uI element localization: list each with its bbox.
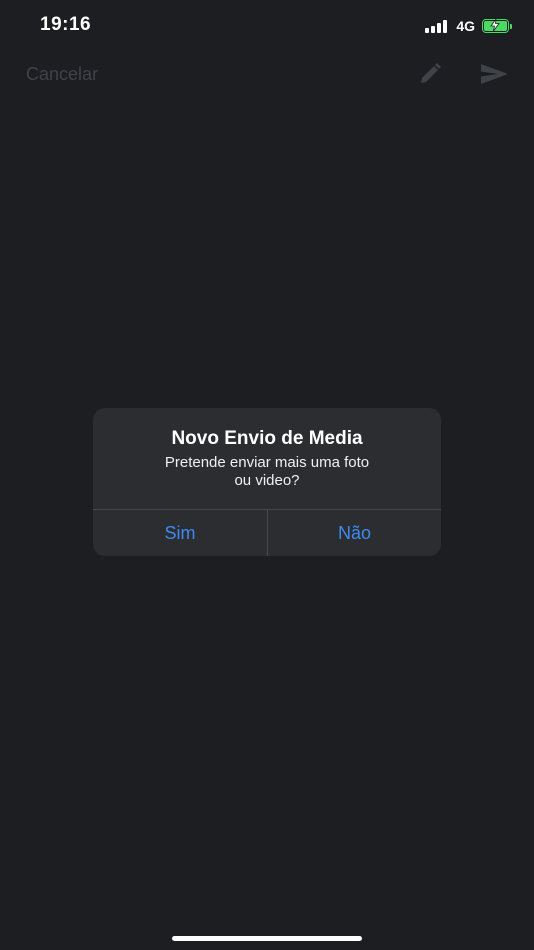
media-upload-dialog: Novo Envio de Media Pretende enviar mais… (93, 408, 441, 556)
edit-button[interactable] (416, 60, 444, 88)
pencil-icon (421, 63, 441, 83)
screen: 19:16 4G Cancelar Novo Envio de Media Pr… (0, 0, 534, 950)
dialog-title: Novo Envio de Media (171, 428, 363, 449)
cancel-button[interactable]: Cancelar (26, 64, 98, 85)
nav-bar: Cancelar (0, 52, 534, 96)
home-indicator[interactable] (172, 936, 362, 941)
no-button[interactable]: Não (268, 510, 441, 556)
send-icon (481, 64, 508, 84)
charging-bolt-icon (490, 19, 500, 31)
status-time: 19:16 (40, 14, 92, 35)
dialog-message-line1: Pretende enviar mais uma foto (164, 454, 370, 471)
battery-tip (510, 23, 512, 29)
network-type: 4G (456, 18, 475, 34)
status-bar: 19:16 4G (0, 0, 534, 52)
yes-button[interactable]: Sim (93, 510, 267, 556)
status-indicators: 4G (425, 16, 512, 36)
battery-icon (482, 19, 509, 33)
dialog-message: Pretende enviar mais uma foto ou video? (133, 454, 401, 490)
send-button[interactable] (478, 60, 510, 88)
signal-icon (425, 19, 449, 33)
dialog-message-line2: ou video? (234, 472, 300, 489)
